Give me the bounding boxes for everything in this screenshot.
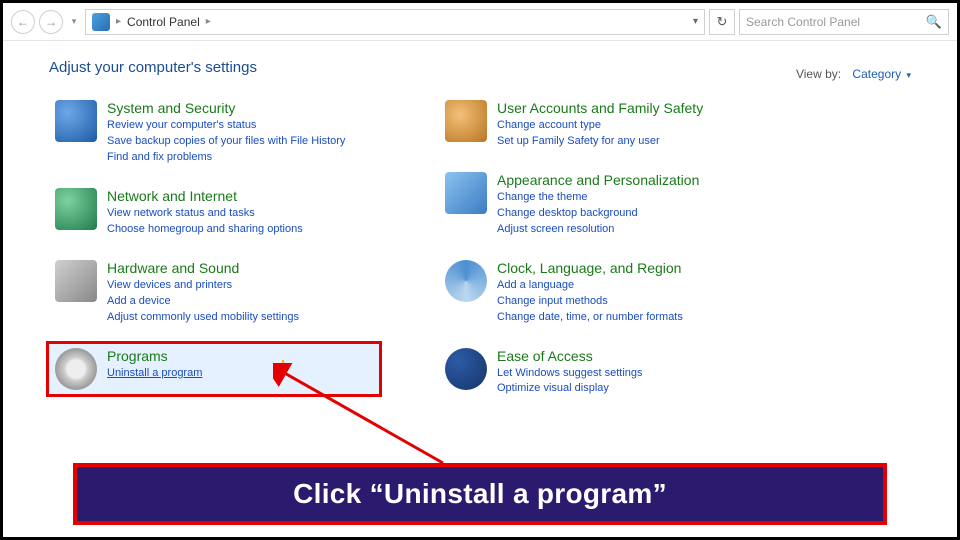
ease-of-access-icon (445, 348, 487, 390)
category-user-accounts: User Accounts and Family Safety Change a… (439, 96, 769, 154)
category-title[interactable]: Network and Internet (107, 188, 303, 204)
users-icon (445, 100, 487, 142)
page-title: Adjust your computer's settings (49, 59, 917, 76)
category-link[interactable]: Change the theme (497, 190, 699, 206)
category-network-internet: Network and Internet View network status… (49, 184, 379, 242)
category-title[interactable]: Hardware and Sound (107, 260, 299, 276)
category-system-security: System and Security Review your computer… (49, 96, 379, 170)
category-link[interactable]: View network status and tasks (107, 206, 303, 222)
viewby-label: View by: (796, 67, 841, 81)
globe-icon (55, 188, 97, 230)
disc-icon (55, 348, 97, 390)
right-column: User Accounts and Family Safety Change a… (439, 96, 769, 401)
search-placeholder: Search Control Panel (746, 15, 860, 29)
category-link[interactable]: Adjust screen resolution (497, 222, 699, 238)
category-grid: System and Security Review your computer… (49, 96, 917, 401)
search-icon: 🔍 (926, 14, 942, 30)
category-link[interactable]: Choose homegroup and sharing options (107, 222, 303, 238)
category-link[interactable]: Optimize visual display (497, 381, 643, 397)
uninstall-program-link[interactable]: Uninstall a program (107, 366, 202, 382)
view-by: View by: Category ▾ (796, 67, 911, 81)
category-appearance: Appearance and Personalization Change th… (439, 168, 769, 242)
forward-button[interactable]: → (39, 10, 63, 34)
category-link[interactable]: Set up Family Safety for any user (497, 134, 703, 150)
history-dropdown[interactable]: ▾ (67, 10, 81, 34)
chevron-down-icon[interactable]: ▾ (906, 70, 911, 80)
printer-icon (55, 260, 97, 302)
category-link[interactable]: Find and fix problems (107, 150, 345, 166)
category-link[interactable]: Let Windows suggest settings (497, 366, 643, 382)
category-title[interactable]: User Accounts and Family Safety (497, 100, 703, 116)
left-column: System and Security Review your computer… (49, 96, 379, 401)
back-button[interactable]: ← (11, 10, 35, 34)
content-area: Adjust your computer's settings View by:… (3, 41, 957, 421)
category-title[interactable]: Ease of Access (497, 348, 643, 364)
shield-icon (55, 100, 97, 142)
breadcrumb[interactable]: ▸ Control Panel ▸ ▾ (85, 9, 705, 35)
category-ease-of-access: Ease of Access Let Windows suggest setti… (439, 344, 769, 402)
category-clock-language: Clock, Language, and Region Add a langua… (439, 256, 769, 330)
category-title[interactable]: Appearance and Personalization (497, 172, 699, 188)
chevron-right-icon: ▸ (116, 16, 121, 27)
category-title[interactable]: System and Security (107, 100, 345, 116)
toolbar: ← → ▾ ▸ Control Panel ▸ ▾ ↻ Search Contr… (3, 3, 957, 41)
chevron-right-icon: ▸ (206, 16, 211, 27)
category-link[interactable]: Change account type (497, 118, 703, 134)
category-link[interactable]: Change date, time, or number formats (497, 310, 683, 326)
category-link[interactable]: Change desktop background (497, 206, 699, 222)
category-link[interactable]: Add a device (107, 294, 299, 310)
category-title[interactable]: Clock, Language, and Region (497, 260, 683, 276)
category-hardware-sound: Hardware and Sound View devices and prin… (49, 256, 379, 330)
category-link[interactable]: Change input methods (497, 294, 683, 310)
category-link[interactable]: Save backup copies of your files with Fi… (107, 134, 345, 150)
search-input[interactable]: Search Control Panel 🔍 (739, 9, 949, 35)
category-title[interactable]: Programs (107, 348, 202, 364)
annotation-caption: Click “Uninstall a program” (73, 463, 887, 525)
clock-icon (445, 260, 487, 302)
monitor-icon (445, 172, 487, 214)
category-link[interactable]: Review your computer's status (107, 118, 345, 134)
category-link[interactable]: Add a language (497, 278, 683, 294)
breadcrumb-root[interactable]: Control Panel (127, 15, 200, 29)
control-panel-icon (92, 13, 110, 31)
viewby-value[interactable]: Category (852, 67, 901, 81)
chevron-down-icon[interactable]: ▾ (693, 16, 698, 27)
category-link[interactable]: Adjust commonly used mobility settings (107, 310, 299, 326)
category-link[interactable]: View devices and printers (107, 278, 299, 294)
category-programs: Programs Uninstall a program (49, 344, 379, 394)
refresh-button[interactable]: ↻ (709, 9, 735, 35)
